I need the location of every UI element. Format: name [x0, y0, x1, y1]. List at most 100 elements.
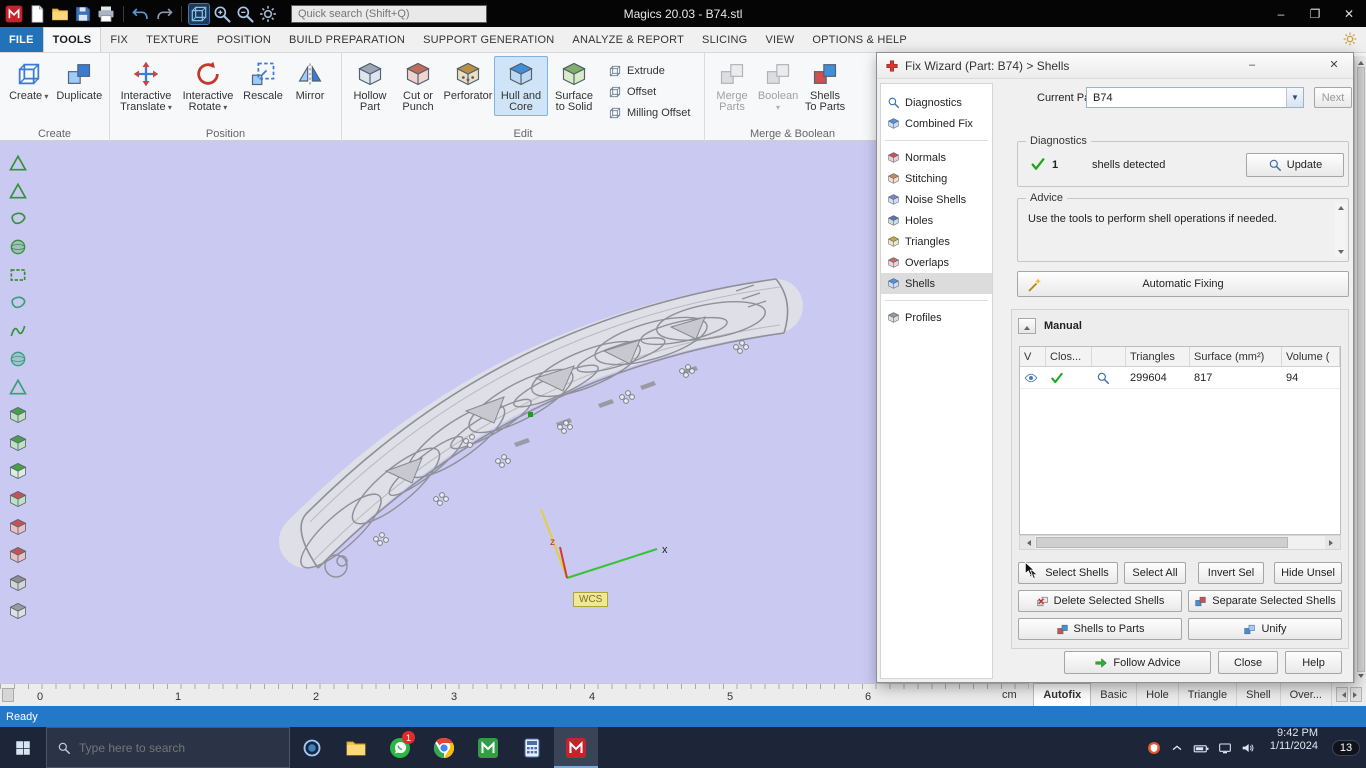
invert-selection-button[interactable]: Invert Sel [1198, 562, 1264, 584]
help-button[interactable]: Help [1285, 651, 1342, 674]
print-icon[interactable] [96, 4, 116, 24]
network-icon[interactable] [1217, 740, 1233, 756]
separate-selected-shells-button[interactable]: Separate Selected Shells [1188, 590, 1342, 612]
save-icon[interactable] [73, 4, 93, 24]
view-back-cube-icon[interactable] [8, 517, 28, 537]
menu-tab-texture[interactable]: TEXTURE [137, 27, 208, 52]
fix-wizard-titlebar[interactable]: Fix Wizard (Part: B74) > Shells – ✕ [877, 53, 1353, 79]
wizard-nav-combined-fix[interactable]: Combined Fix [881, 113, 992, 134]
update-button[interactable]: Update [1246, 153, 1344, 177]
offset-button[interactable]: Offset [608, 85, 690, 99]
new-document-icon[interactable] [27, 4, 47, 24]
combo-dropdown-arrow[interactable]: ▼ [1286, 88, 1303, 107]
view-left-cube-icon[interactable] [8, 545, 28, 565]
current-part-select[interactable]: B74 ▼ [1086, 87, 1304, 108]
automatic-fixing-button[interactable]: Automatic Fixing [1017, 271, 1349, 297]
shells-to-parts-ribbon-button[interactable]: Shells To Parts [801, 56, 849, 116]
green-m-app-button[interactable] [466, 727, 510, 768]
brush-selection-tool-icon[interactable] [8, 349, 28, 369]
tab-scroll-right-button[interactable] [1350, 687, 1362, 702]
table-scroll-thumb[interactable] [1036, 537, 1288, 548]
table-horizontal-scrollbar[interactable] [1019, 535, 1341, 550]
boolean-button[interactable]: Boolean [755, 56, 801, 116]
freeform-selection-tool-icon[interactable] [8, 321, 28, 341]
select-all-button[interactable]: Select All [1124, 562, 1186, 584]
duplicate-button[interactable]: Duplicate [54, 56, 105, 105]
minimize-button[interactable]: – [1264, 0, 1298, 27]
redo-icon[interactable] [154, 4, 174, 24]
wizard-nav-diagnostics[interactable]: Diagnostics [881, 92, 992, 113]
antivirus-tray-icon[interactable] [1146, 740, 1162, 756]
taskbar-search-input[interactable] [79, 740, 259, 755]
page-tab-basic[interactable]: Basic [1091, 683, 1138, 706]
open-file-icon[interactable] [50, 4, 70, 24]
menu-tab-file[interactable]: FILE [0, 27, 43, 52]
scrollbar-thumb[interactable] [1356, 67, 1365, 672]
menu-tab-view[interactable]: VIEW [756, 27, 803, 52]
visibility-eye-icon[interactable] [1024, 371, 1038, 385]
wizard-nav-holes[interactable]: Holes [881, 210, 992, 231]
marking-surface-tool-icon[interactable] [8, 209, 28, 229]
wizard-nav-normals[interactable]: Normals [881, 147, 992, 168]
magics-taskbar-button[interactable] [554, 727, 598, 768]
view-right-cube-icon[interactable] [8, 489, 28, 509]
advice-scroll-down[interactable] [1337, 250, 1344, 257]
marking-triangle-tool-icon[interactable] [8, 153, 28, 173]
menu-tab-build-preparation[interactable]: BUILD PREPARATION [280, 27, 414, 52]
zoom-in-icon[interactable] [212, 4, 232, 24]
polygon-selection-tool-icon[interactable] [8, 377, 28, 397]
menu-tab-analyze-report[interactable]: ANALYZE & REPORT [563, 27, 693, 52]
shell-table-row[interactable]: 299604 817 94 [1020, 367, 1340, 389]
settings-icon[interactable] [258, 4, 278, 24]
menu-tab-tools[interactable]: TOOLS [42, 27, 102, 52]
advice-scrollbar[interactable] [1335, 203, 1346, 257]
page-tab-triangle[interactable]: Triangle [1179, 683, 1238, 706]
wizard-nav-shells[interactable]: Shells [881, 273, 992, 294]
page-tab-hole[interactable]: Hole [1137, 683, 1179, 706]
page-tab-autofix[interactable]: Autofix [1033, 683, 1092, 706]
close-wizard-button[interactable]: Close [1218, 651, 1278, 674]
delete-selected-shells-button[interactable]: Delete Selected Shells [1018, 590, 1182, 612]
view-bottom-cube-icon[interactable] [8, 573, 28, 593]
advice-scroll-up[interactable] [1337, 203, 1344, 210]
dialog-close-button[interactable]: ✕ [1319, 53, 1349, 78]
cortana-button[interactable] [290, 727, 334, 768]
tab-scroll-left-button[interactable] [1336, 687, 1348, 702]
cut-or-punch-button[interactable]: Cut or Punch [394, 56, 442, 116]
surface-to-solid-button[interactable]: Surface to Solid [548, 56, 600, 116]
view-top-cube-icon[interactable] [8, 433, 28, 453]
taskbar-search[interactable] [46, 727, 290, 768]
hidden-icons-chevron[interactable] [1169, 740, 1185, 756]
wizard-nav-noise-shells[interactable]: Noise Shells [881, 189, 992, 210]
view-iso-cube-icon[interactable] [8, 405, 28, 425]
next-button[interactable]: Next [1314, 87, 1352, 108]
view-unzoom-cube-icon[interactable] [8, 601, 28, 621]
menu-tab-options-help[interactable]: OPTIONS & HELP [803, 27, 916, 52]
interactive-translate-button[interactable]: Interactive Translate [114, 56, 178, 116]
scroll-down-arrow[interactable] [1357, 674, 1364, 681]
view-front-cube-icon[interactable] [8, 461, 28, 481]
menu-tab-position[interactable]: POSITION [208, 27, 280, 52]
zoom-out-icon[interactable] [235, 4, 255, 24]
volume-icon[interactable] [1240, 740, 1256, 756]
chrome-button[interactable] [422, 727, 466, 768]
shells-to-parts-button[interactable]: Shells to Parts [1018, 618, 1182, 640]
quick-search-input[interactable] [291, 4, 487, 23]
vertical-scrollbar[interactable] [1354, 56, 1366, 683]
wizard-nav-overlaps[interactable]: Overlaps [881, 252, 992, 273]
wizard-nav-profiles[interactable]: Profiles [881, 307, 992, 328]
perforator-button[interactable]: Perforator [442, 56, 494, 105]
create-button[interactable]: Create [4, 56, 54, 105]
menu-tab-fix[interactable]: FIX [101, 27, 137, 52]
action-center-button[interactable]: 13 [1326, 727, 1366, 768]
rescale-button[interactable]: Rescale [238, 56, 288, 105]
table-scroll-left[interactable] [1020, 536, 1035, 549]
calculator-button[interactable] [510, 727, 554, 768]
whatsapp-button[interactable]: 1 [378, 727, 422, 768]
collapse-manual-button[interactable] [1018, 318, 1036, 334]
ribbon-display-options-icon[interactable] [1342, 31, 1358, 47]
hull-and-core-button[interactable]: Hull and Core [494, 56, 548, 116]
start-button[interactable] [0, 727, 46, 768]
marking-shell-tool-icon[interactable] [8, 237, 28, 257]
battery-icon[interactable] [1192, 739, 1210, 757]
